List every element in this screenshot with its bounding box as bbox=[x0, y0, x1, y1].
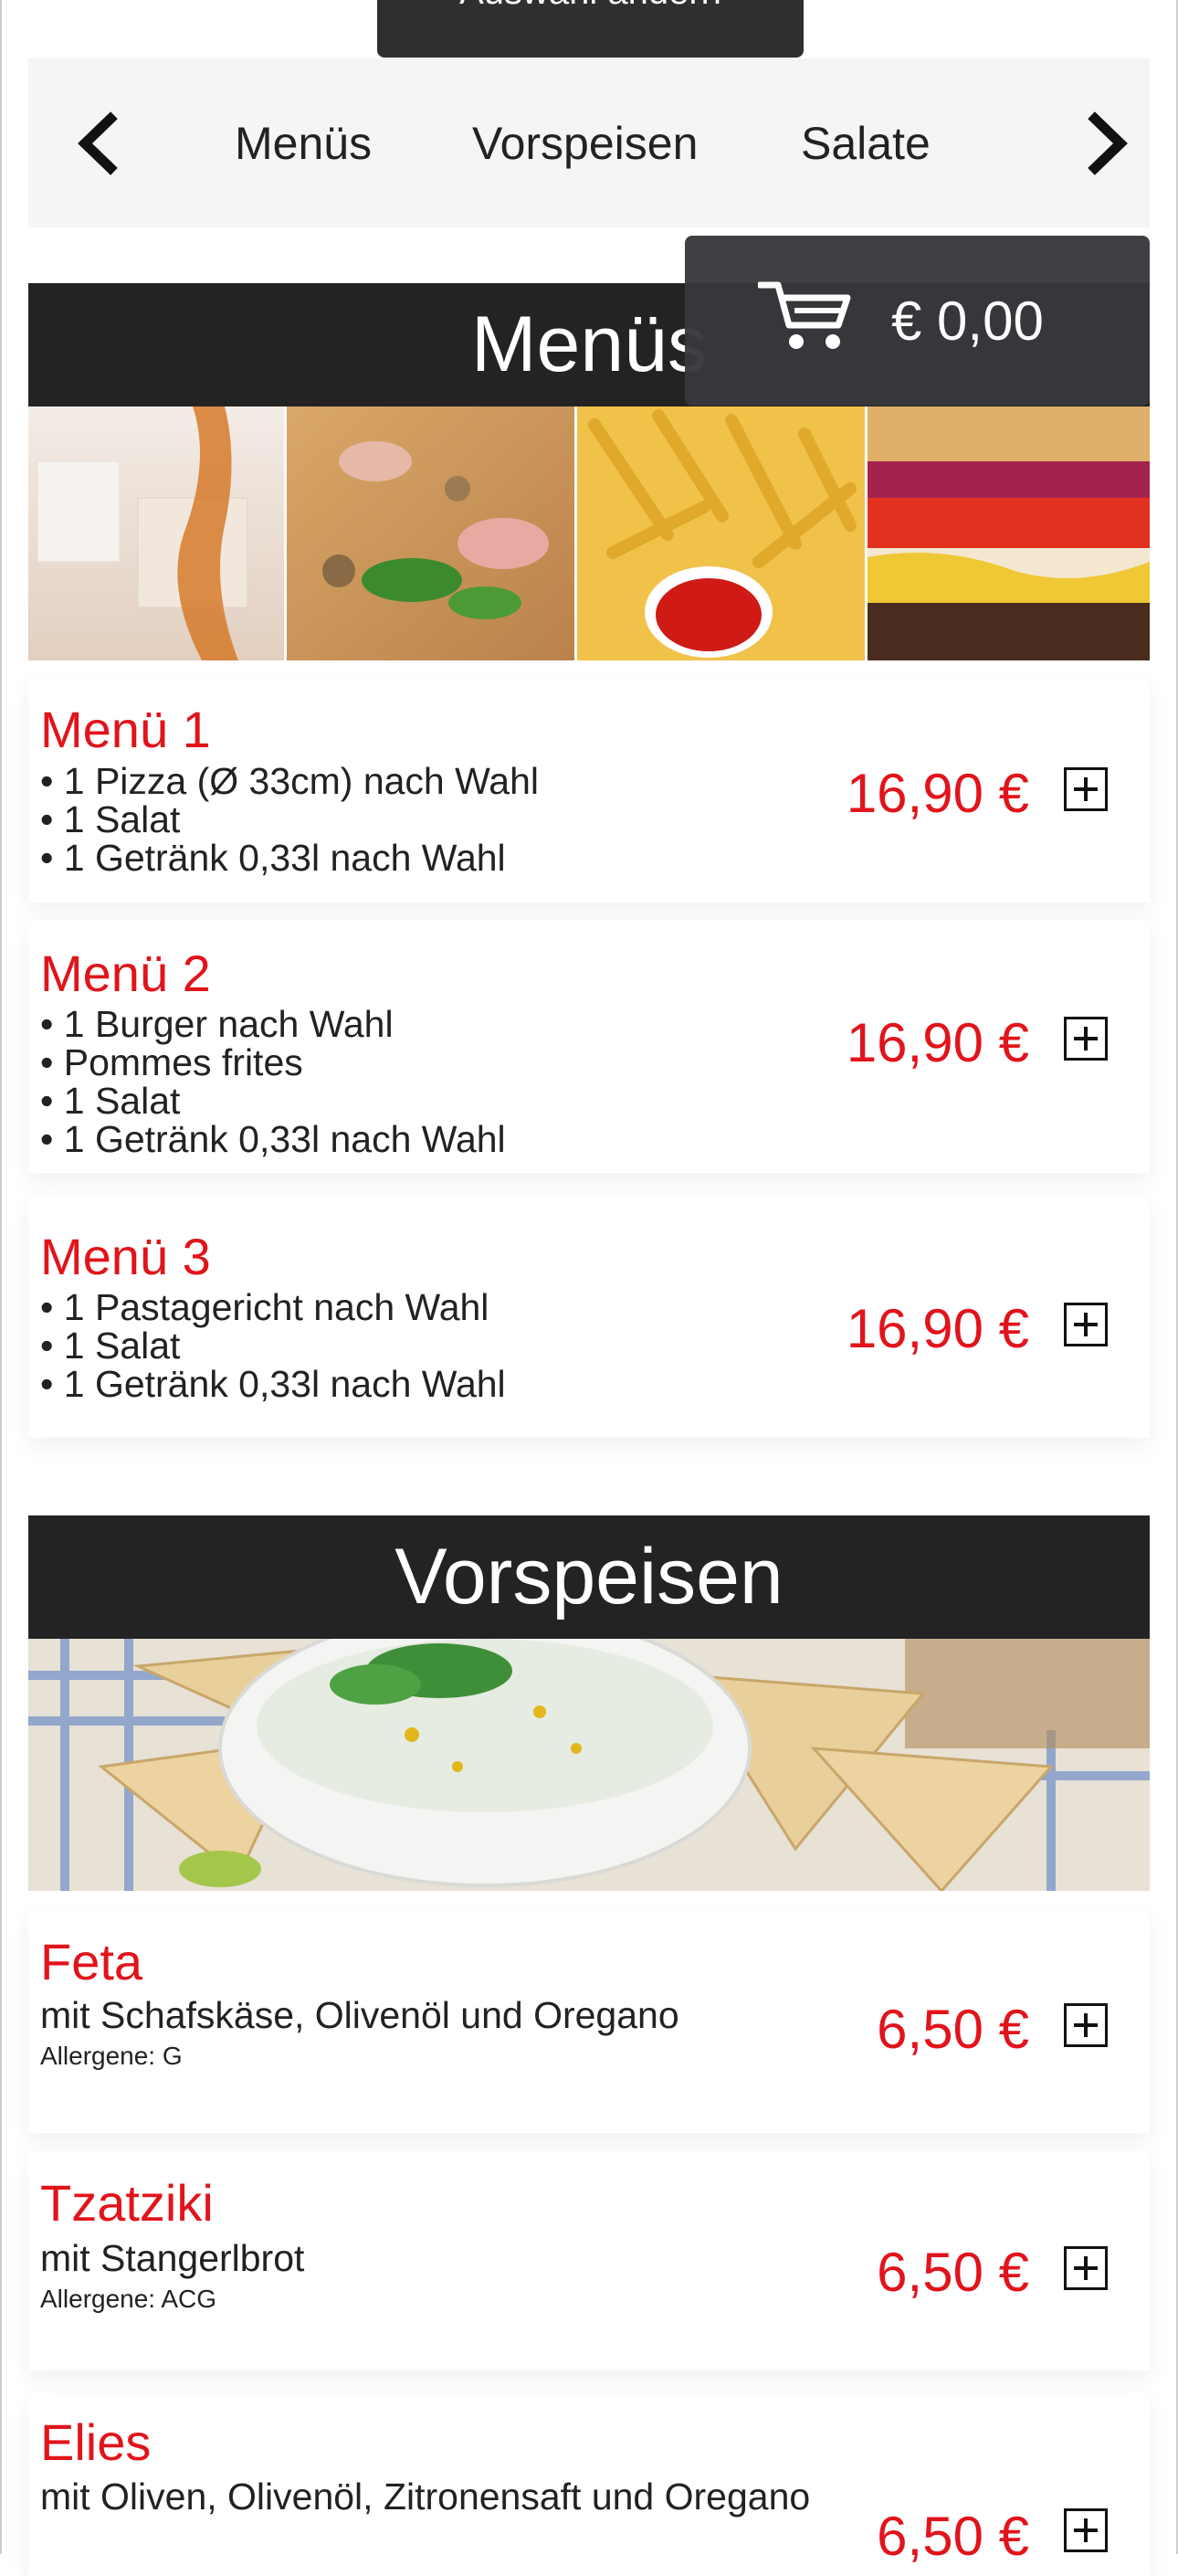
item-price: 6,50 € bbox=[877, 2506, 1029, 2567]
cart-button[interactable]: € 0,00 bbox=[685, 236, 1150, 406]
item-desc-line: • 1 Getränk 0,33l nach Wahl bbox=[40, 837, 506, 879]
tab-vorspeisen[interactable]: Vorspeisen bbox=[472, 113, 698, 174]
item-desc-line: • 1 Burger nach Wahl bbox=[40, 1003, 394, 1045]
item-desc-line: • 1 Salat bbox=[40, 798, 181, 840]
menu-item: Menü 1 • 1 Pizza (Ø 33cm) nach Wahl • 1 … bbox=[28, 678, 1150, 903]
item-desc-line: • 1 Pastagericht nach Wahl bbox=[40, 1286, 489, 1328]
change-selection-label: Auswahl ändern bbox=[459, 0, 721, 12]
section-header-vorspeisen: Vorspeisen bbox=[28, 1515, 1150, 1639]
vorspeisen-banner-image bbox=[28, 1639, 1150, 1891]
category-nav: Menüs Vorspeisen Salate H bbox=[28, 58, 1150, 227]
section-title-vorspeisen: Vorspeisen bbox=[394, 1533, 784, 1621]
menu-item: Menü 3 • 1 Pastagericht nach Wahl • 1 Sa… bbox=[28, 1197, 1150, 1438]
section-title-menus: Menüs bbox=[470, 301, 708, 388]
menus-banner-image bbox=[28, 406, 1150, 660]
item-allergens: Allergene: ACG bbox=[40, 2285, 216, 2313]
item-price: 16,90 € bbox=[846, 1012, 1029, 1073]
item-price: 16,90 € bbox=[846, 763, 1029, 824]
frame-left bbox=[0, 0, 2, 2554]
item-name: Tzatziki bbox=[40, 2174, 214, 2232]
item-name: Menü 1 bbox=[40, 701, 211, 758]
item-desc: mit Schafskäse, Olivenöl und Oregano bbox=[40, 1994, 679, 2036]
item-price: 6,50 € bbox=[877, 2242, 1029, 2303]
category-tabs: Menüs Vorspeisen Salate H bbox=[165, 58, 1013, 227]
menu-item: Tzatziki mit Stangerlbrot Allergene: ACG… bbox=[28, 2151, 1150, 2370]
item-name: Elies bbox=[40, 2413, 152, 2471]
add-to-cart-icon[interactable] bbox=[1064, 2508, 1108, 2552]
change-selection-button[interactable]: Auswahl ändern bbox=[377, 0, 804, 58]
cart-total: € 0,00 bbox=[891, 290, 1044, 352]
item-price: 6,50 € bbox=[877, 1999, 1029, 2060]
chevron-left-icon[interactable] bbox=[65, 108, 136, 179]
add-to-cart-icon[interactable] bbox=[1064, 2003, 1108, 2047]
item-desc: mit Stangerlbrot bbox=[40, 2237, 305, 2279]
item-desc-line: • 1 Pizza (Ø 33cm) nach Wahl bbox=[40, 760, 540, 802]
add-to-cart-icon[interactable] bbox=[1064, 1303, 1108, 1346]
item-desc-line: • 1 Getränk 0,33l nach Wahl bbox=[40, 1118, 506, 1160]
item-desc-line: • Pommes frites bbox=[40, 1041, 303, 1083]
menu-item: Feta mit Schafskäse, Olivenöl und Oregan… bbox=[28, 1908, 1150, 2133]
menu-item: Elies mit Oliven, Olivenöl, Zitronensaft… bbox=[28, 2393, 1150, 2576]
item-desc-line: • 1 Salat bbox=[40, 1080, 181, 1122]
tab-salate[interactable]: Salate bbox=[801, 113, 931, 174]
item-desc: mit Oliven, Olivenöl, Zitronensaft und O… bbox=[40, 2476, 811, 2518]
item-name: Menü 3 bbox=[40, 1228, 211, 1285]
add-to-cart-icon[interactable] bbox=[1064, 767, 1108, 811]
item-price: 16,90 € bbox=[846, 1298, 1029, 1359]
add-to-cart-icon[interactable] bbox=[1064, 2246, 1108, 2290]
item-desc-line: • 1 Getränk 0,33l nach Wahl bbox=[40, 1363, 506, 1405]
chevron-right-icon[interactable] bbox=[1069, 108, 1141, 179]
menu-item: Menü 2 • 1 Burger nach Wahl • Pommes fri… bbox=[28, 921, 1150, 1173]
item-name: Feta bbox=[40, 1933, 143, 1990]
cart-icon bbox=[758, 281, 851, 349]
tab-menus[interactable]: Menüs bbox=[235, 113, 372, 174]
item-desc-line: • 1 Salat bbox=[40, 1325, 181, 1367]
item-allergens: Allergene: G bbox=[40, 2042, 183, 2070]
item-name: Menü 2 bbox=[40, 945, 211, 1002]
add-to-cart-icon[interactable] bbox=[1064, 1017, 1108, 1061]
